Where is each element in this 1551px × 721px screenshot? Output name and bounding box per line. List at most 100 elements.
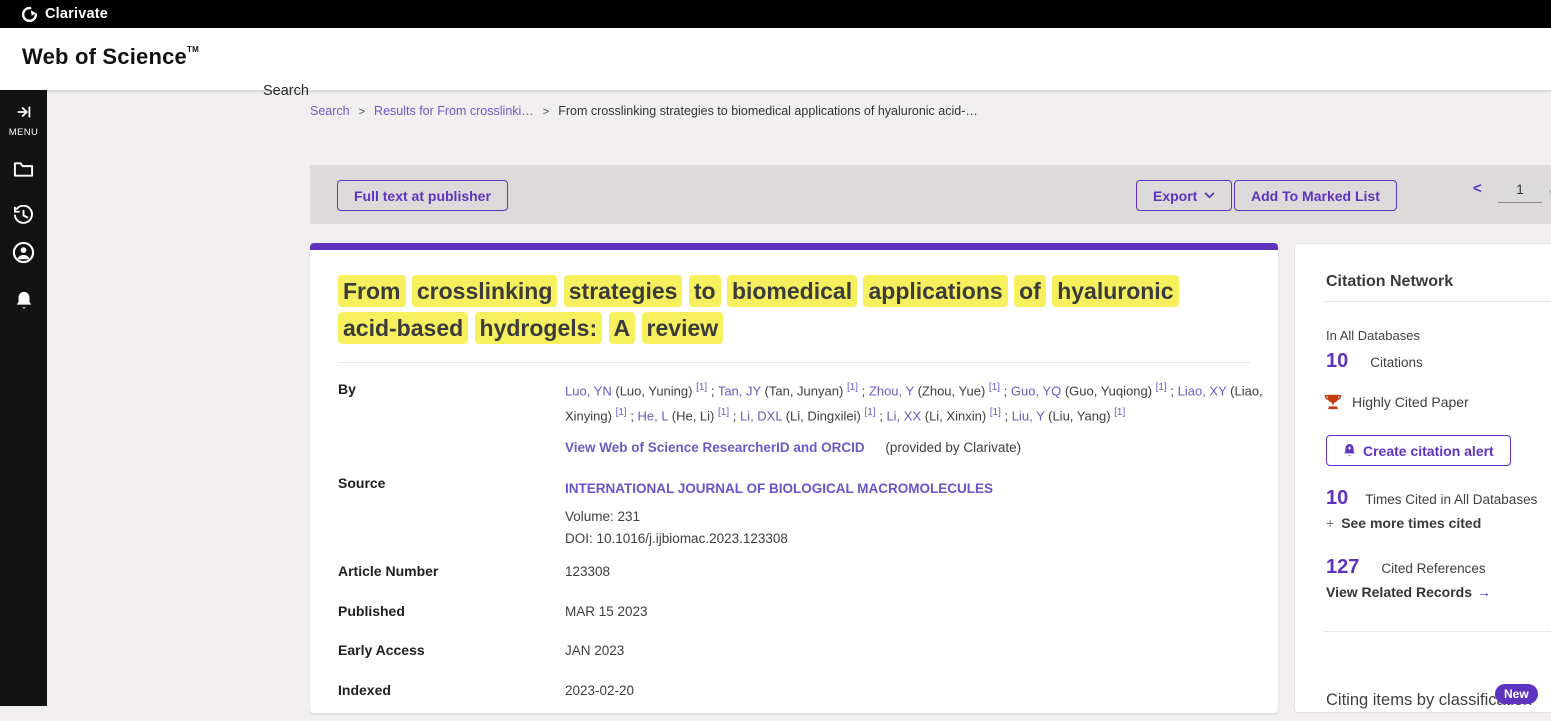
author-link[interactable]: Li, XX — [886, 409, 921, 424]
account-icon[interactable] — [0, 241, 47, 264]
plus-icon: + — [1326, 515, 1334, 531]
researcher-id-link[interactable]: View Web of Science ResearcherID and ORC… — [565, 440, 865, 455]
clarivate-topbar: Clarivate — [0, 0, 1551, 28]
author-full-name: (Luo, Yuning) — [612, 383, 696, 398]
clarivate-logo-icon — [21, 6, 38, 23]
app-header: Web of ScienceTM Search — [0, 28, 1551, 90]
author-full-name: (Li, Xinxin) — [921, 409, 990, 424]
menu-label: MENU — [0, 127, 47, 138]
highly-cited-row: Highly Cited Paper — [1324, 393, 1469, 410]
researcher-id-row: View Web of Science ResearcherID and ORC… — [565, 440, 1021, 455]
author-affiliation-sup[interactable]: [1] — [1156, 382, 1167, 393]
full-text-button[interactable]: Full text at publisher — [337, 180, 508, 211]
record-toolbar: Full text at publisher Export Add To Mar… — [310, 165, 1551, 224]
author-link[interactable]: Tan, JY — [718, 383, 761, 398]
author-link[interactable]: Li, DXL — [740, 409, 782, 424]
author-full-name: (Liu, Yang) — [1045, 409, 1115, 424]
journal-link[interactable]: INTERNATIONAL JOURNAL OF BIOLOGICAL MACR… — [565, 481, 993, 496]
times-cited-label: Times Cited in All Databases — [1365, 492, 1537, 507]
bell-plus-icon — [1343, 443, 1356, 458]
divider — [1324, 301, 1551, 302]
chevron-down-icon — [1204, 192, 1215, 199]
field-value: 2023-02-20 — [565, 683, 634, 698]
author-full-name: (Tan, Junyan) — [761, 383, 847, 398]
folder-icon[interactable] — [0, 160, 47, 178]
author-affiliation-sup[interactable]: [1] — [616, 407, 627, 418]
breadcrumb-results[interactable]: Results for From crosslinki… — [374, 104, 534, 118]
divider — [338, 362, 1250, 363]
highly-cited-label: Highly Cited Paper — [1352, 394, 1469, 410]
title-word: of — [1014, 275, 1046, 307]
card-accent-bar — [310, 243, 1278, 250]
author-affiliation-sup[interactable]: [1] — [718, 407, 729, 418]
new-badge: New — [1495, 684, 1538, 704]
left-sidebar: MENU — [0, 90, 47, 706]
view-related-records-link[interactable]: View Related Records→ — [1326, 584, 1491, 600]
breadcrumb-current: From crosslinking strategies to biomedic… — [558, 104, 978, 118]
cited-references-label: Cited References — [1381, 561, 1485, 576]
title-word: From — [338, 275, 406, 307]
see-more-times-cited-link[interactable]: +See more times cited — [1326, 515, 1481, 531]
cited-references-count[interactable]: 127 — [1326, 556, 1359, 579]
citations-metric: 10 Citations — [1326, 350, 1423, 373]
field-row: Article Number123308 — [338, 563, 1250, 603]
author-affiliation-sup[interactable]: [1] — [847, 382, 858, 393]
title-word: review — [642, 312, 724, 344]
authors-list: Luo, YN (Luo, Yuning) [1] ; Tan, JY (Tan… — [565, 377, 1265, 428]
source-label: Source — [338, 475, 385, 491]
citations-count[interactable]: 10 — [1326, 350, 1348, 373]
author-link[interactable]: Liu, Y — [1012, 409, 1045, 424]
breadcrumb-search[interactable]: Search — [310, 104, 350, 118]
web-of-science-logo[interactable]: Web of ScienceTM — [22, 44, 199, 70]
author-link[interactable]: Luo, YN — [565, 383, 612, 398]
nav-search[interactable]: Search — [263, 83, 309, 99]
author-affiliation-sup[interactable]: [1] — [989, 382, 1000, 393]
author-affiliation-sup[interactable]: [1] — [1114, 407, 1125, 418]
author-full-name: (He, Li) — [668, 409, 718, 424]
author-full-name: (Li, Dingxilei) — [782, 409, 864, 424]
title-word: applications — [863, 275, 1007, 307]
record-number-input[interactable] — [1498, 177, 1542, 203]
title-word: crosslinking — [412, 275, 557, 307]
article-fields: Article Number123308PublishedMAR 15 2023… — [338, 563, 1250, 721]
field-row: PublishedMAR 15 2023 — [338, 603, 1250, 643]
export-button[interactable]: Export — [1136, 180, 1232, 211]
author-link[interactable]: Zhou, Y — [869, 383, 914, 398]
author-link[interactable]: Liao, XY — [1178, 383, 1227, 398]
citations-label: Citations — [1370, 355, 1423, 370]
author-link[interactable]: Guo, YQ — [1011, 383, 1061, 398]
previous-record-chevron-icon[interactable]: < — [1473, 180, 1482, 197]
divider — [1324, 631, 1551, 632]
create-citation-alert-button[interactable]: Create citation alert — [1326, 435, 1511, 466]
field-value: 123308 — [565, 564, 610, 579]
expand-menu-icon[interactable] — [0, 104, 47, 120]
times-cited-count[interactable]: 10 — [1326, 487, 1348, 510]
field-value: MAR 15 2023 — [565, 604, 648, 619]
title-word: acid-based — [338, 312, 468, 344]
author-affiliation-sup[interactable]: [1] — [864, 407, 875, 418]
trophy-icon — [1324, 393, 1342, 410]
field-label: Article Number — [338, 563, 565, 579]
clarivate-brand-label: Clarivate — [45, 6, 108, 22]
author-full-name: (Guo, Yuqiong) — [1061, 383, 1155, 398]
author-affiliation-sup[interactable]: [1] — [990, 407, 1001, 418]
title-word: biomedical — [727, 275, 857, 307]
author-link[interactable]: He, L — [638, 409, 669, 424]
author-affiliation-sup[interactable]: [1] — [696, 382, 707, 393]
notifications-bell-icon[interactable] — [0, 290, 47, 311]
add-to-marked-list-button[interactable]: Add To Marked List — [1234, 180, 1397, 211]
article-title: From crosslinking strategies to biomedic… — [338, 273, 1238, 347]
history-icon[interactable] — [0, 205, 47, 226]
arrow-right-icon: → — [1477, 584, 1491, 600]
breadcrumb-separator: > — [543, 106, 549, 118]
field-label: Published — [338, 603, 565, 619]
field-label: Indexed — [338, 682, 565, 698]
field-label: Early Access — [338, 642, 565, 658]
trademark-symbol: TM — [187, 45, 199, 54]
title-word: to — [689, 275, 721, 307]
title-word: hydrogels: — [475, 312, 603, 344]
citation-network-panel: Citation Network In All Databases 10 Cit… — [1294, 243, 1551, 713]
breadcrumb-separator: > — [359, 106, 365, 118]
breadcrumb: Search > Results for From crosslinki… > From… — [310, 104, 978, 118]
article-record-card: From crosslinking strategies to biomedic… — [310, 243, 1278, 713]
